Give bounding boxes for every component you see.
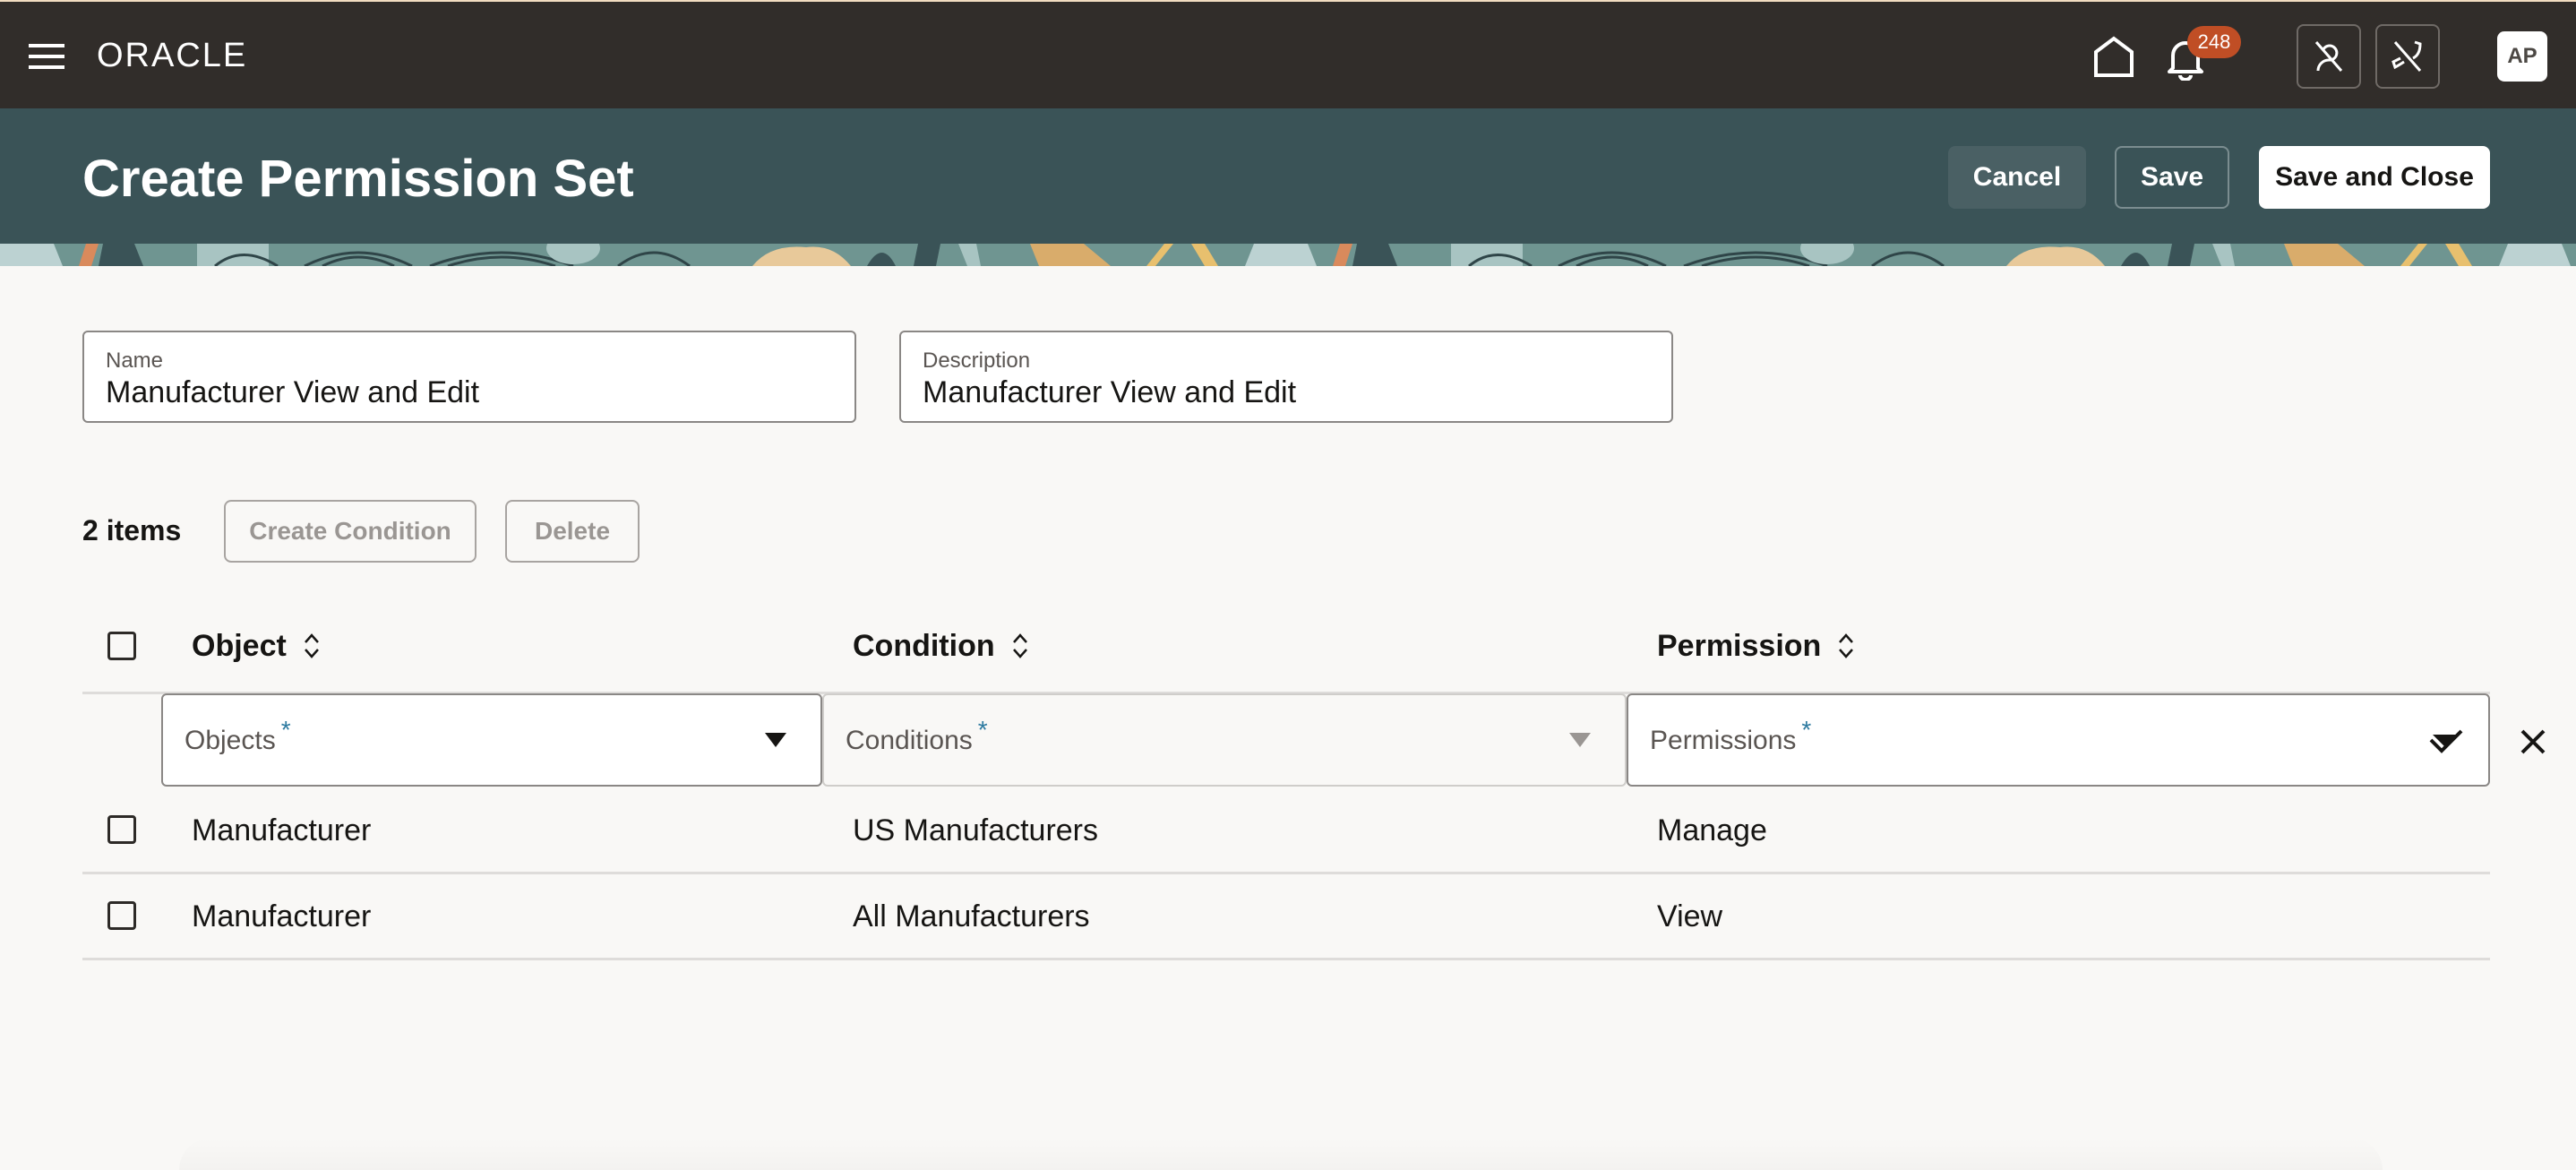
- page-header: Create Permission Set Cancel Save Save a…: [0, 108, 2576, 245]
- objects-select-placeholder: Objects *: [185, 716, 291, 755]
- cell-condition: All Manufacturers: [853, 899, 1090, 933]
- home-icon[interactable]: [2092, 36, 2135, 77]
- description-input[interactable]: [923, 375, 1639, 410]
- oracle-logo[interactable]: ORACLE: [97, 38, 247, 73]
- user-avatar[interactable]: AP: [2497, 31, 2547, 82]
- table-row[interactable]: Manufacturer US Manufacturers Manage: [82, 788, 2490, 874]
- permissions-select[interactable]: Permissions *: [1627, 693, 2490, 787]
- table-row[interactable]: Manufacturer All Manufacturers View: [82, 874, 2490, 960]
- item-count: 2 items: [82, 514, 182, 546]
- column-header-permission-label: Permission: [1657, 628, 1822, 663]
- name-label: Name: [106, 348, 164, 373]
- column-header-object-label: Object: [192, 628, 287, 663]
- description-field[interactable]: Description: [899, 331, 1673, 423]
- name-field[interactable]: Name: [82, 331, 856, 423]
- column-header-condition-label: Condition: [853, 628, 995, 663]
- confirm-checkmark-icon[interactable]: [2427, 724, 2465, 756]
- presence-button[interactable]: [2297, 24, 2361, 89]
- sort-icon[interactable]: [303, 632, 321, 660]
- row-checkbox[interactable]: [107, 901, 136, 930]
- global-header: ORACLE 248 AP: [0, 0, 2576, 108]
- cell-condition: US Manufacturers: [853, 813, 1098, 847]
- cell-permission: Manage: [1657, 813, 1767, 847]
- delete-button[interactable]: Delete: [505, 500, 640, 563]
- phone-button[interactable]: [2375, 24, 2440, 89]
- cancel-button[interactable]: Cancel: [1948, 146, 2086, 209]
- save-button[interactable]: Save: [2115, 146, 2229, 209]
- column-header-object[interactable]: Object: [192, 627, 321, 665]
- required-indicator: *: [1801, 716, 1812, 744]
- decorative-banner-pattern: [0, 244, 2576, 266]
- cell-object: Manufacturer: [192, 813, 372, 847]
- row-checkbox[interactable]: [107, 815, 136, 844]
- column-header-condition[interactable]: Condition: [853, 627, 1029, 665]
- name-input[interactable]: [106, 375, 822, 410]
- dropdown-arrow-icon[interactable]: [765, 733, 786, 747]
- required-indicator: *: [280, 716, 291, 744]
- notification-badge: 248: [2187, 26, 2241, 58]
- create-condition-button[interactable]: Create Condition: [224, 500, 477, 563]
- cell-permission: View: [1657, 899, 1723, 933]
- conditions-select-placeholder: Conditions *: [846, 716, 988, 755]
- objects-select[interactable]: Objects *: [161, 693, 822, 787]
- description-label: Description: [923, 348, 1031, 373]
- conditions-select: Conditions *: [822, 693, 1627, 787]
- sort-icon[interactable]: [1011, 632, 1029, 660]
- dropdown-arrow-icon: [1569, 733, 1591, 747]
- column-header-permission[interactable]: Permission: [1657, 627, 1855, 665]
- cancel-row-close-icon[interactable]: [2517, 726, 2549, 758]
- page-title: Create Permission Set: [82, 150, 634, 208]
- permissions-select-placeholder: Permissions *: [1650, 716, 1812, 755]
- cell-object: Manufacturer: [192, 899, 372, 933]
- phone-off-icon: [2391, 40, 2422, 72]
- save-and-close-button[interactable]: Save and Close: [2259, 146, 2490, 209]
- presence-unavailable-icon: [2314, 41, 2343, 72]
- required-indicator: *: [977, 716, 988, 744]
- select-all-checkbox[interactable]: [107, 632, 136, 660]
- bottom-shadow: [179, 1138, 2383, 1170]
- sort-icon[interactable]: [1837, 632, 1855, 660]
- hamburger-menu-icon[interactable]: [27, 41, 66, 72]
